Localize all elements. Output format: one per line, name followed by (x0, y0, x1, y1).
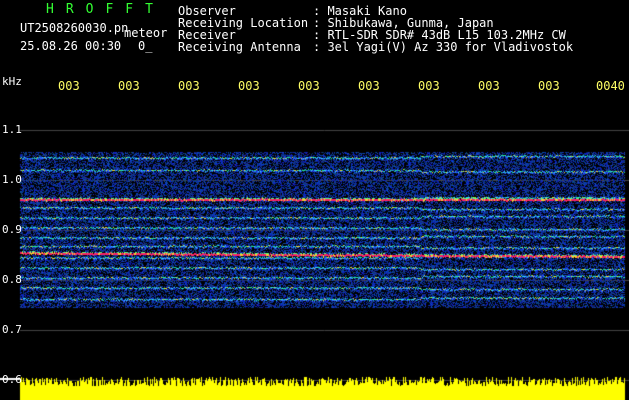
file-name: UT2508260030.pn (20, 21, 129, 35)
freq-tick: 1.0 (2, 173, 22, 186)
hrofft-window: HROFFT UT2508260030.pn meteor 25.08.26 0… (0, 0, 629, 400)
freq-tick: 1.1 (2, 123, 22, 136)
timestamp: 25.08.26 00:30 (20, 39, 122, 53)
app-title: HROFFT (46, 2, 165, 17)
time-tick: 003 (538, 79, 560, 93)
time-tick: 003 (118, 79, 140, 93)
freq-tick: 0.9 (2, 223, 22, 236)
time-tick: 003 (358, 79, 380, 93)
time-tick: 003 (298, 79, 320, 93)
axis-unit-label: kHz (2, 75, 22, 88)
time-tick: 003 (418, 79, 440, 93)
time-tick: 0040 (596, 79, 625, 93)
mode-label: meteor (124, 26, 168, 40)
time-tick: 003 (478, 79, 500, 93)
meteor-count: 0_ (138, 39, 153, 53)
freq-tick: 0.8 (2, 273, 22, 286)
value-antenna: : 3el Yagi(V) Az 330 for Vladivostok (313, 40, 574, 54)
label-antenna: Receiving Antenna (178, 40, 301, 54)
freq-tick: 0.7 (2, 323, 22, 336)
time-tick: 003 (58, 79, 80, 93)
time-tick: 003 (178, 79, 200, 93)
freq-tick: 0.6 (2, 373, 22, 386)
time-tick: 003 (238, 79, 260, 93)
spectrogram-canvas (0, 0, 629, 400)
